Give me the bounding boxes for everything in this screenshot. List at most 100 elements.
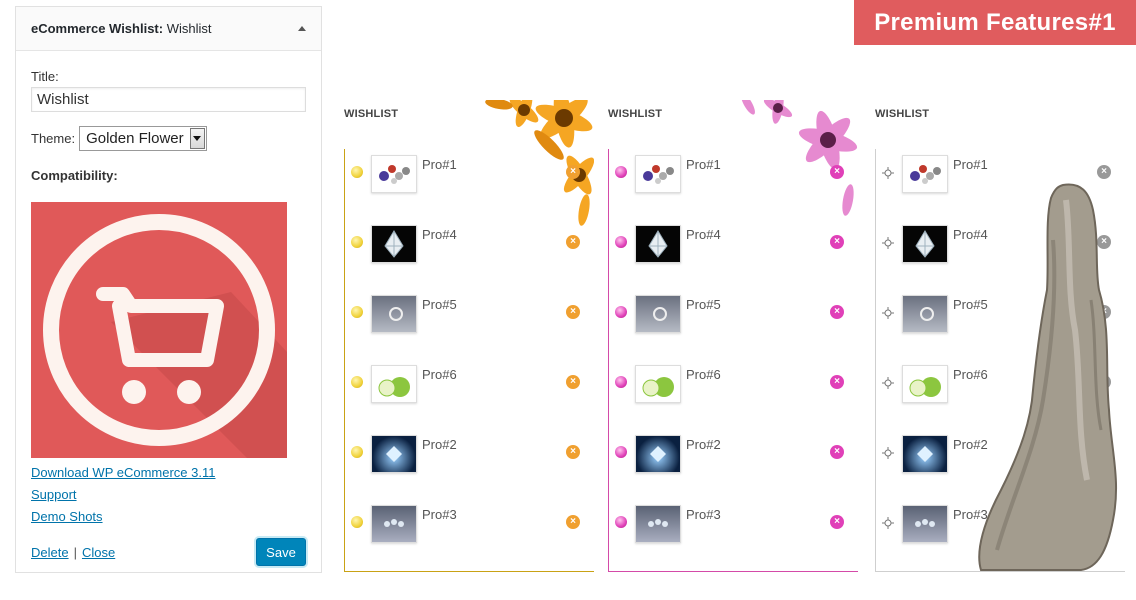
product-name[interactable]: Pro#6	[422, 367, 457, 382]
product-name[interactable]: Pro#1	[422, 157, 457, 172]
crystal-image-icon	[917, 446, 933, 462]
list-item: Pro#6 ×	[345, 363, 594, 413]
ring-image-icon	[389, 307, 403, 321]
crosshair-bullet-icon	[882, 516, 894, 529]
crosshair-bullet-icon	[882, 376, 894, 389]
crosshair-bullet-icon	[882, 306, 894, 319]
close-link[interactable]: Close	[82, 545, 115, 560]
product-name[interactable]: Pro#5	[686, 297, 721, 312]
remove-icon[interactable]: ×	[566, 445, 580, 459]
remove-icon[interactable]: ×	[566, 515, 580, 529]
remove-icon[interactable]: ×	[830, 165, 844, 179]
remove-icon[interactable]: ×	[830, 235, 844, 249]
demo-shots-link[interactable]: Demo Shots	[31, 506, 306, 528]
list-item: Pro#2 ×	[609, 433, 858, 483]
widget-body: Title: Theme: Golden Flower Compatibilit…	[16, 51, 321, 578]
bullet-icon	[615, 166, 627, 178]
product-thumbnail[interactable]	[371, 295, 417, 333]
product-thumbnail[interactable]	[635, 435, 681, 473]
gems-image-icon	[379, 165, 410, 184]
product-thumbnail[interactable]	[371, 365, 417, 403]
product-name[interactable]: Pro#2	[422, 437, 457, 452]
wishlist-preview-gold: WISHLIST Pro#1 × Pro#4 × Pro#5 × Pro#6 ×…	[344, 100, 594, 572]
remove-icon[interactable]: ×	[566, 165, 580, 179]
wishlist-preview-pink: WISHLIST Pro#1 × Pro#4 × Pro#5 × Pro#6 ×…	[608, 100, 858, 572]
theme-select[interactable]: Golden Flower	[79, 126, 207, 151]
bullet-icon	[351, 306, 363, 318]
product-thumbnail[interactable]	[902, 155, 948, 193]
widget-actions: Delete | Close Save	[31, 538, 306, 566]
save-button[interactable]: Save	[256, 538, 306, 566]
download-link[interactable]: Download WP eCommerce 3.11	[31, 462, 306, 484]
product-thumbnail[interactable]	[371, 505, 417, 543]
product-thumbnail[interactable]	[635, 155, 681, 193]
links-list: Download WP eCommerce 3.11 Support Demo …	[31, 462, 306, 528]
remove-icon[interactable]: ×	[830, 375, 844, 389]
product-thumbnail[interactable]	[902, 505, 948, 543]
list-item: Pro#4 ×	[609, 223, 858, 273]
product-thumbnail[interactable]	[635, 295, 681, 333]
product-thumbnail[interactable]	[902, 225, 948, 263]
product-name[interactable]: Pro#4	[422, 227, 457, 242]
compatibility-label: Compatibility:	[31, 168, 118, 183]
product-thumbnail[interactable]	[635, 365, 681, 403]
premium-features-banner: Premium Features#1	[854, 0, 1136, 45]
product-thumbnail[interactable]	[371, 435, 417, 473]
product-name[interactable]: Pro#3	[686, 507, 721, 522]
product-thumbnail[interactable]	[371, 225, 417, 263]
gem-cluster-image-icon	[648, 519, 668, 527]
remove-icon[interactable]: ×	[830, 515, 844, 529]
product-name[interactable]: Pro#1	[686, 157, 721, 172]
list-item: Pro#1 ×	[345, 153, 594, 203]
list-item: Pro#2 ×	[345, 433, 594, 483]
wishlist-title: WISHLIST	[875, 108, 930, 120]
bullet-icon	[615, 236, 627, 248]
remove-icon[interactable]: ×	[566, 235, 580, 249]
product-thumbnail[interactable]	[902, 295, 948, 333]
dropdown-arrow-icon[interactable]	[189, 128, 205, 149]
collapse-arrow-icon[interactable]	[298, 26, 306, 31]
theme-row: Theme: Golden Flower	[31, 126, 306, 151]
product-thumbnail[interactable]	[902, 435, 948, 473]
product-thumbnail[interactable]	[902, 365, 948, 403]
product-thumbnail[interactable]	[635, 505, 681, 543]
crystal-image-icon	[386, 446, 402, 462]
fruit-image-icon	[909, 377, 941, 397]
remove-icon[interactable]: ×	[830, 305, 844, 319]
delete-link[interactable]: Delete	[31, 545, 69, 560]
product-name[interactable]: Pro#2	[686, 437, 721, 452]
product-name[interactable]: Pro#4	[686, 227, 721, 242]
remove-icon[interactable]: ×	[830, 445, 844, 459]
wishlist-list: Pro#1 × Pro#4 × Pro#5 × Pro#6 × Pro#2 × …	[608, 149, 858, 572]
list-item: Pro#3 ×	[609, 503, 858, 553]
fruit-image-icon	[642, 377, 674, 397]
crosshair-bullet-icon	[882, 446, 894, 459]
rock-decoration	[978, 183, 1118, 571]
product-name[interactable]: Pro#5	[422, 297, 457, 312]
widget-header-title: eCommerce Wishlist:	[31, 21, 164, 36]
bullet-icon	[615, 446, 627, 458]
widget-header[interactable]: eCommerce Wishlist: Wishlist	[16, 7, 321, 51]
title-label: Title:	[31, 69, 59, 84]
widget-panel: eCommerce Wishlist: Wishlist Title: Them…	[15, 6, 322, 573]
support-link[interactable]: Support	[31, 484, 306, 506]
product-name[interactable]: Pro#1	[953, 157, 988, 172]
list-item: Pro#4 ×	[345, 223, 594, 273]
crosshair-bullet-icon	[882, 236, 894, 249]
title-input[interactable]	[31, 87, 306, 112]
cart-logo-icon	[43, 214, 287, 458]
theme-select-value: Golden Flower	[86, 130, 184, 147]
action-separator: |	[73, 544, 77, 560]
product-name[interactable]: Pro#3	[422, 507, 457, 522]
gems-image-icon	[643, 165, 674, 184]
remove-icon[interactable]: ×	[1097, 165, 1111, 179]
product-name[interactable]: Pro#6	[686, 367, 721, 382]
product-thumbnail[interactable]	[635, 225, 681, 263]
remove-icon[interactable]: ×	[566, 375, 580, 389]
remove-icon[interactable]: ×	[566, 305, 580, 319]
crystal-image-icon	[650, 446, 666, 462]
ring-image-icon	[920, 307, 934, 321]
theme-label: Theme:	[31, 131, 76, 146]
bullet-icon	[615, 516, 627, 528]
product-thumbnail[interactable]	[371, 155, 417, 193]
